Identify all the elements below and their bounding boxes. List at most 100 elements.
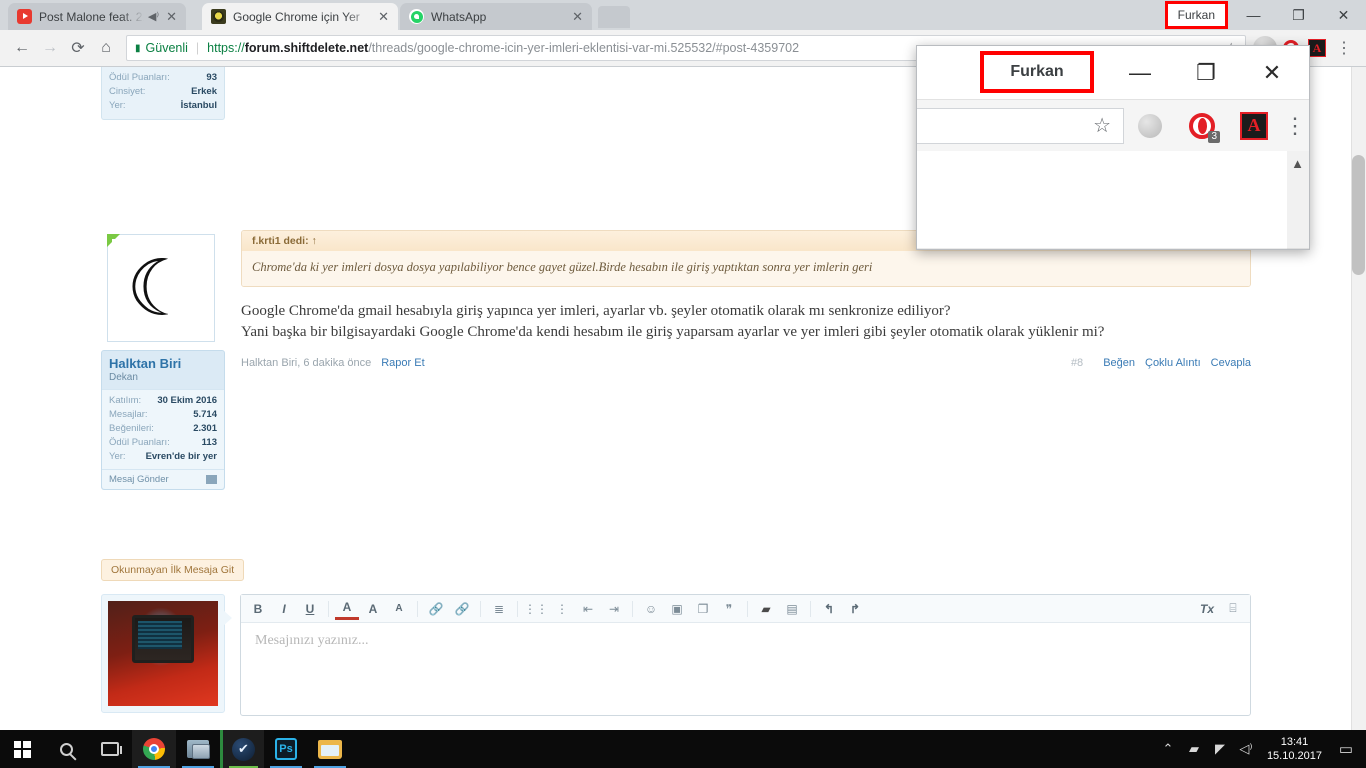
post-author-sidebar: ☾ Halktan Biri Dekan Katılım: 30 Ekim 20… [101,230,225,490]
new-tab-button[interactable] [598,6,630,28]
remote-desktop-taskbar-button[interactable] [176,730,220,768]
magnified-chrome-menu-icon[interactable]: ⋮ [1284,113,1306,139]
reply-link[interactable]: Cevapla [1211,357,1251,369]
home-icon[interactable]: ⌂ [92,34,120,62]
browser-tab-2[interactable]: Google Chrome için Yer ✕ [202,3,398,30]
indent-icon[interactable]: ⇥ [602,598,626,620]
stat-row: Beğenileri: 2.301 [109,422,217,436]
magnified-bookmark-star-icon[interactable]: ☆ [1093,113,1111,138]
send-message-button[interactable]: Mesaj Gönder [102,469,224,489]
stat-key: Yer: [109,451,126,462]
back-icon[interactable]: ← [8,34,36,62]
bold-icon[interactable]: B [246,598,270,620]
chrome-taskbar-button[interactable] [132,730,176,768]
magnified-profile-overlay: Furkan — ❐ ✕ ☆ 3 A ⋮ ▲ [916,45,1310,250]
image-icon[interactable]: ▣ [665,598,689,620]
numbered-list-icon[interactable]: ⋮ [550,598,574,620]
italic-icon[interactable]: I [272,598,296,620]
chrome-icon [143,738,165,760]
multiquote-link[interactable]: Çoklu Alıntı [1145,357,1201,369]
search-icon [59,742,73,756]
magnified-titlebar: Furkan — ❐ ✕ [917,46,1309,99]
editor-toolbar: B I U A A A 🔗 🔗 ≣ ⋮⋮ ⋮ ⇤ ⇥ ☺ ▣ ❐ ❞ ▰ ▤ ↰… [241,595,1250,623]
system-tray: ⌃ ▰ ◤ ◁⁾ 13:41 15.10.2017 ▭ [1155,730,1366,768]
like-link[interactable]: Beğen [1103,357,1135,369]
minimize-button[interactable]: — [1231,0,1276,30]
browser-tab-1-title: Post Malone feat. 21 [39,9,144,24]
magnified-opera-extension-icon[interactable]: 3 [1176,100,1228,152]
author-username[interactable]: Halktan Biri [102,351,224,371]
draft-save-icon[interactable]: ▤ [780,598,804,620]
magnified-scrollbar[interactable]: ▲ [1287,151,1309,249]
wifi-icon[interactable]: ◤ [1207,730,1233,768]
toggle-bbcode-icon[interactable]: ⌸ [1221,598,1245,620]
stat-key: Beğenileri: [109,423,154,434]
magnified-chrome-profile-button[interactable]: Furkan [980,51,1094,93]
chrome-menu-icon[interactable]: ⋮ [1330,34,1358,62]
search-button[interactable] [44,730,88,768]
audio-playing-icon[interactable]: ◀⁾ [148,10,159,23]
page-scrollbar-thumb[interactable] [1352,155,1365,275]
chrome-profile-button[interactable]: Furkan [1164,1,1229,29]
smilie-icon[interactable]: ☺ [639,598,663,620]
media-icon[interactable]: ❐ [691,598,715,620]
unlink-icon[interactable]: 🔗 [450,598,474,620]
stat-row: Katılım: 30 Ekim 2016 [109,394,217,408]
font-size-icon[interactable]: A [387,598,411,620]
quote-icon[interactable]: ❞ [717,598,741,620]
font-family-icon[interactable]: A [361,598,385,620]
post-line-1: Google Chrome'da gmail hesabıyla giriş y… [241,303,951,319]
magnified-globe-extension-icon[interactable] [1124,100,1176,152]
forward-icon[interactable]: → [36,34,64,62]
magnified-address-bar[interactable]: ☆ [917,107,1124,144]
avatar[interactable]: ☾ [107,234,215,342]
page-scrollbar[interactable]: ▲ [1351,67,1366,730]
clock[interactable]: 13:41 15.10.2017 [1259,735,1330,763]
stat-row: Mesajlar: 5.714 [109,408,217,422]
monitor-icon [187,740,210,759]
pdf-glyph: A [1240,111,1268,140]
jump-to-first-unread-button[interactable]: Okunmayan İlk Mesaja Git [101,559,245,581]
close-tab-3-icon[interactable]: ✕ [569,10,586,23]
link-icon[interactable]: 🔗 [424,598,448,620]
file-explorer-taskbar-button[interactable] [308,730,352,768]
close-window-button[interactable]: ✕ [1321,0,1366,30]
current-user-avatar[interactable] [101,594,225,713]
report-link[interactable]: Rapor Et [381,357,424,369]
align-icon[interactable]: ≣ [487,598,511,620]
redo-icon[interactable]: ↱ [843,598,867,620]
start-button[interactable] [0,730,44,768]
close-tab-2-icon[interactable]: ✕ [375,10,392,23]
text-color-icon[interactable]: A [335,598,359,620]
close-tab-1-icon[interactable]: ✕ [163,10,180,23]
steam-taskbar-button[interactable] [220,730,264,768]
bullet-list-icon[interactable]: ⋮⋮ [524,598,548,620]
toolbar-separator [517,600,518,617]
stat-value: 30 Ekim 2016 [157,395,217,406]
browser-tab-1[interactable]: Post Malone feat. 21 ◀⁾ ✕ [8,3,186,30]
maximize-button[interactable]: ❐ [1276,0,1321,30]
underline-icon[interactable]: U [298,598,322,620]
remove-format-icon[interactable]: Tx [1195,598,1219,620]
post-number[interactable]: #8 [1071,357,1083,369]
magnified-minimize-button[interactable]: — [1107,46,1173,99]
magnified-close-button[interactable]: ✕ [1239,46,1305,99]
task-view-button[interactable] [88,730,132,768]
camera-icon[interactable]: ▰ [754,598,778,620]
show-hidden-icons-icon[interactable]: ⌃ [1155,730,1181,768]
magnified-pdf-extension-icon[interactable]: A [1228,100,1280,152]
network-icon[interactable]: ▰ [1181,730,1207,768]
message-input[interactable]: Mesajınızı yazınız... [241,623,1250,715]
photoshop-taskbar-button[interactable]: Ps [264,730,308,768]
toolbar-separator [480,600,481,617]
browser-tab-3[interactable]: WhatsApp ✕ [400,3,592,30]
undo-icon[interactable]: ↰ [817,598,841,620]
magnified-scroll-up-icon[interactable]: ▲ [1291,156,1304,171]
action-center-button[interactable]: ▭ [1330,730,1362,768]
magnified-maximize-button[interactable]: ❐ [1173,46,1239,99]
reload-icon[interactable]: ⟳ [64,34,92,62]
windows-logo-icon [13,740,31,758]
outdent-icon[interactable]: ⇤ [576,598,600,620]
volume-icon[interactable]: ◁⁾ [1233,730,1259,768]
stat-value: 113 [201,437,217,448]
